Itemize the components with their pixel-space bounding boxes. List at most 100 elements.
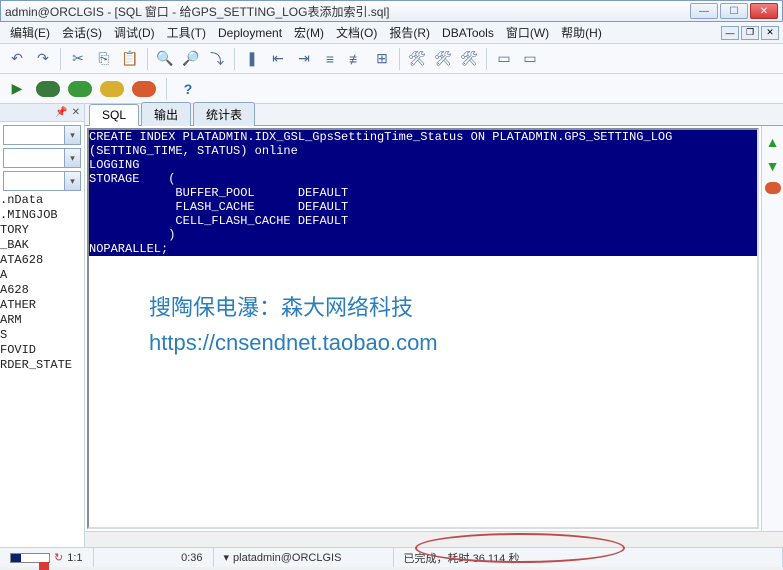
separator [399, 48, 400, 70]
tab-sql[interactable]: SQL [89, 104, 139, 126]
progress-bar [10, 553, 50, 563]
status-progress: ↻ 1:1 [0, 548, 94, 567]
separator [166, 78, 167, 100]
tab-bar: SQL 输出 统计表 [85, 104, 783, 126]
list-item[interactable]: .nData [0, 193, 81, 208]
menu-help[interactable]: 帮助(H) [555, 22, 608, 43]
find-icon[interactable]: 🔍 [154, 48, 176, 70]
list-item[interactable]: ATA628 [0, 253, 81, 268]
watermark-line2: https://cnsendnet.taobao.com [149, 325, 438, 360]
menu-edit[interactable]: 编辑(E) [4, 22, 56, 43]
separator [234, 48, 235, 70]
schema-combo[interactable]: ▾ [3, 125, 81, 145]
mdi-buttons: — ❐ ✕ [721, 26, 779, 40]
copy-icon[interactable]: ⎘ [93, 48, 115, 70]
list-item[interactable]: _BAK [0, 238, 81, 253]
list-item[interactable]: RDER_STATE [0, 358, 81, 373]
find-next-icon[interactable]: ⤵ [206, 48, 228, 70]
chevron-down-icon: ▾ [64, 126, 80, 144]
horizontal-scrollbar[interactable] [85, 531, 783, 547]
object-list[interactable]: .nData.MINGJOBTORY_BAKATA628AA628ATHERAR… [0, 191, 84, 547]
chevron-down-icon: ▾ [64, 149, 80, 167]
list-item[interactable]: A [0, 268, 81, 283]
mdi-close-button[interactable]: ✕ [761, 26, 779, 40]
help-icon[interactable]: ? [177, 78, 199, 100]
menu-window[interactable]: 窗口(W) [500, 22, 555, 43]
menu-bar: 编辑(E) 会话(S) 调试(D) 工具(T) Deployment 宏(M) … [0, 22, 783, 44]
mdi-minimize-button[interactable]: — [721, 26, 739, 40]
tab-output[interactable]: 输出 [141, 102, 191, 126]
mdi-restore-button[interactable]: ❐ [741, 26, 759, 40]
pin-icon[interactable]: 📌 [55, 107, 67, 118]
menu-debug[interactable]: 调试(D) [108, 22, 161, 43]
status-message: 已完成，耗时 36.114 秒 [394, 548, 783, 567]
window-buttons: — ☐ ✕ [690, 3, 778, 19]
separator [486, 48, 487, 70]
status-user: ▾ platadmin@ORCLGIS [214, 548, 394, 567]
indent-right-icon[interactable]: ⇥ [293, 48, 315, 70]
status-ratio: 1:1 [67, 552, 82, 564]
window-icon-1[interactable]: ▭ [493, 48, 515, 70]
sql-editor[interactable]: CREATE INDEX PLATADMIN.IDX_GSL_GpsSettin… [87, 128, 759, 529]
list-item[interactable]: S [0, 328, 81, 343]
filter-combo[interactable]: ▾ [3, 148, 81, 168]
separator [147, 48, 148, 70]
window-icon-2[interactable]: ▭ [519, 48, 541, 70]
db-marker-icon[interactable] [765, 182, 781, 194]
list-item[interactable]: TORY [0, 223, 81, 238]
tool-icon-1[interactable]: 🛠 [406, 48, 428, 70]
menu-deployment[interactable]: Deployment [212, 24, 288, 42]
watermark: 搜陶保电瀑：森大网络科技 https://cnsendnet.taobao.co… [149, 290, 438, 360]
tool-icon-3[interactable]: 🛠 [458, 48, 480, 70]
object-browser: 📌 ✕ ▾ ▾ ▾ .nData.MINGJOBTORY_BAKATA628AA… [0, 104, 85, 547]
tab-stats[interactable]: 统计表 [193, 102, 255, 126]
cut-icon[interactable]: ✂ [67, 48, 89, 70]
pane-header: 📌 ✕ [0, 104, 84, 122]
editor-pane: SQL 输出 统计表 CREATE INDEX PLATADMIN.IDX_GS… [85, 104, 783, 547]
indent-left-icon[interactable]: ⇤ [267, 48, 289, 70]
sql-selection: CREATE INDEX PLATADMIN.IDX_GSL_GpsSettin… [89, 130, 757, 256]
redo-icon[interactable]: ↷ [32, 48, 54, 70]
db-icon-1[interactable] [36, 81, 60, 97]
menu-tools[interactable]: 工具(T) [161, 22, 212, 43]
watermark-line1: 搜陶保电瀑：森大网络科技 [149, 290, 438, 325]
editor-wrap: CREATE INDEX PLATADMIN.IDX_GSL_GpsSettin… [85, 126, 783, 531]
close-button[interactable]: ✕ [750, 3, 778, 19]
db-icon-2[interactable] [68, 81, 92, 97]
status-position: 0:36 [94, 548, 214, 567]
minimize-button[interactable]: — [690, 3, 718, 19]
window-title: admin@ORCLGIS - [SQL 窗口 - 给GPS_SETTING_L… [5, 3, 690, 20]
nav-down-icon[interactable]: ▼ [766, 158, 780, 174]
tool-icon-2[interactable]: 🛠 [432, 48, 454, 70]
list-item[interactable]: .MINGJOB [0, 208, 81, 223]
menu-session[interactable]: 会话(S) [56, 22, 108, 43]
db-icon-3[interactable] [100, 81, 124, 97]
title-bar: admin@ORCLGIS - [SQL 窗口 - 给GPS_SETTING_L… [0, 0, 783, 22]
format-icon[interactable]: ⊞ [371, 48, 393, 70]
find-replace-icon[interactable]: 🔎 [180, 48, 202, 70]
menu-document[interactable]: 文档(O) [330, 22, 383, 43]
menu-report[interactable]: 报告(R) [383, 22, 436, 43]
separator [60, 48, 61, 70]
maximize-button[interactable]: ☐ [720, 3, 748, 19]
comment-icon[interactable]: ≡ [319, 48, 341, 70]
execute-icon[interactable]: ▶ [6, 78, 28, 100]
list-item[interactable]: ATHER [0, 298, 81, 313]
status-bar: ↻ 1:1 0:36 ▾ platadmin@ORCLGIS 已完成，耗时 36… [0, 547, 783, 567]
uncomment-icon[interactable]: ≢ [345, 48, 367, 70]
db-icon-4[interactable] [132, 81, 156, 97]
undo-icon[interactable]: ↶ [6, 48, 28, 70]
type-combo[interactable]: ▾ [3, 171, 81, 191]
chevron-down-icon: ▾ [64, 172, 80, 190]
toolbar-main: ↶ ↷ ✂ ⎘ 📋 🔍 🔎 ⤵ ❚ ⇤ ⇥ ≡ ≢ ⊞ 🛠 🛠 🛠 ▭ ▭ [0, 44, 783, 74]
menu-macro[interactable]: 宏(M) [288, 22, 330, 43]
toolbar-secondary: ▶ ? [0, 74, 783, 104]
list-item[interactable]: FOVID [0, 343, 81, 358]
list-item[interactable]: A628 [0, 283, 81, 298]
paste-icon[interactable]: 📋 [119, 48, 141, 70]
close-pane-icon[interactable]: ✕ [72, 107, 80, 118]
menu-dbatools[interactable]: DBATools [436, 24, 500, 42]
nav-up-icon[interactable]: ▲ [766, 134, 780, 150]
bookmark-icon[interactable]: ❚ [241, 48, 263, 70]
list-item[interactable]: ARM [0, 313, 81, 328]
